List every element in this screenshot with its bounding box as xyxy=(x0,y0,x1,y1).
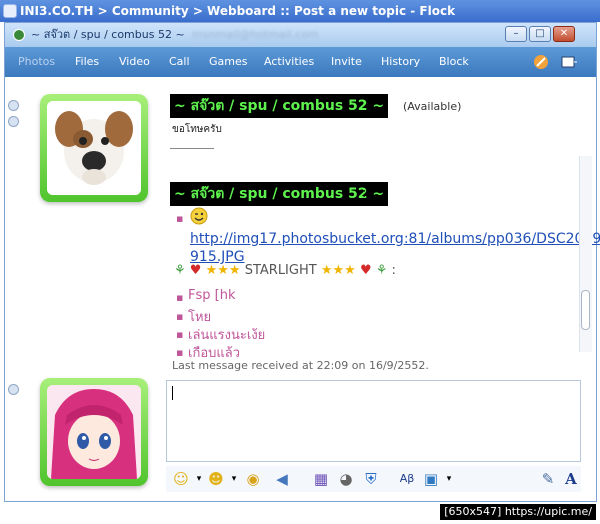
spellcheck-icon[interactable]: Aβ xyxy=(398,470,416,488)
font-icon[interactable]: A xyxy=(562,470,580,488)
toolbar-files[interactable]: Files xyxy=(75,55,99,68)
shield-icon[interactable]: ⛨ xyxy=(362,470,380,488)
menu-icon[interactable] xyxy=(560,53,578,71)
paint-icon[interactable] xyxy=(532,53,550,71)
message-input[interactable] xyxy=(166,380,581,462)
dog-picture-icon xyxy=(47,101,141,195)
rose-icon: ⚘ xyxy=(375,263,388,278)
audio-icon[interactable]: ◕ xyxy=(337,470,355,488)
self-avatar[interactable] xyxy=(40,378,148,486)
wink-dropdown-icon[interactable]: ▾ xyxy=(225,470,243,488)
scrollbar-thumb[interactable] xyxy=(581,290,590,330)
text-caret xyxy=(172,386,173,400)
toolbar-video[interactable]: Video xyxy=(119,55,150,68)
contact-card-icon[interactable] xyxy=(8,116,19,127)
bullet: ▪ xyxy=(176,328,184,341)
star-colon: : xyxy=(391,263,396,278)
screenshot-frame: INI3.CO.TH > Community > Webboard :: Pos… xyxy=(0,0,600,524)
background-icon[interactable]: ▣ xyxy=(422,470,440,488)
personal-message: ขอโทษครับ xyxy=(172,124,222,135)
toolbar-history[interactable]: History xyxy=(381,55,420,68)
toolbar-activities[interactable]: Activities xyxy=(264,55,314,68)
nudge-icon[interactable]: ◉ xyxy=(244,470,262,488)
contact-status: (Available) xyxy=(403,100,462,113)
browser-title-bar: INI3.CO.TH > Community > Webboard :: Pos… xyxy=(0,0,600,22)
last-message-info: Last message received at 22:09 on 16/9/2… xyxy=(172,359,429,372)
flock-icon xyxy=(3,4,17,18)
emoticon-icon[interactable]: ☺ xyxy=(172,470,190,488)
bullet: ▪ xyxy=(176,212,184,225)
bullet: ▪ xyxy=(176,310,184,323)
collapse-icon[interactable] xyxy=(8,100,19,111)
star-icon: ★★★ xyxy=(320,263,356,278)
toolbar-invite[interactable]: Invite xyxy=(331,55,362,68)
bullet: ▪ xyxy=(176,291,184,304)
window-email: msnmail@hotmail.com xyxy=(192,28,319,41)
contact-avatar[interactable] xyxy=(40,94,148,202)
window-title-bar: ~ สจ๊วต / spu / combus 52 ~ msnmail@hotm… xyxy=(5,23,596,47)
starlight-line: ⚘ ♥ ★★★ STARLIGHT ★★★ ♥ ⚘ : xyxy=(174,263,396,278)
divider xyxy=(170,148,214,149)
handwriting-icon[interactable]: ✎ xyxy=(539,470,557,488)
starlight-text: STARLIGHT xyxy=(244,263,317,278)
minimize-button[interactable]: – xyxy=(505,26,527,42)
bullet: ▪ xyxy=(176,346,184,359)
sender-name: ~ สจ๊วต / spu / combus 52 ~ xyxy=(170,182,389,206)
sender-colon: : xyxy=(362,186,367,201)
contact-name: ~ สจ๊วต / spu / combus 52 ~ xyxy=(170,94,389,118)
wink-emoticon-icon xyxy=(190,207,208,225)
voice-clip-icon[interactable]: ◀ xyxy=(273,470,291,488)
toolbar-call[interactable]: Call xyxy=(169,55,190,68)
collapse-self-icon[interactable] xyxy=(8,384,19,395)
self-avatar-image xyxy=(47,385,141,479)
toolbar-games[interactable]: Games xyxy=(209,55,247,68)
anime-girl-picture-icon xyxy=(47,385,141,479)
background-dropdown-icon[interactable]: ▾ xyxy=(440,470,458,488)
wink-icon[interactable]: ☻ xyxy=(207,470,225,488)
emoticon-dropdown-icon[interactable]: ▾ xyxy=(190,470,208,488)
toolbar: Photos Files Video Call Games Activities… xyxy=(5,47,596,77)
maximize-button[interactable]: □ xyxy=(529,26,551,42)
heart-icon: ♥ xyxy=(359,263,372,278)
message-link[interactable]: http://img17.photosbucket.org:81/albums/… xyxy=(190,230,600,266)
contact-avatar-image xyxy=(47,101,141,195)
message-link-line1: http://img17.photosbucket.org:81/albums/… xyxy=(190,231,600,247)
browser-title: INI3.CO.TH > Community > Webboard :: Pos… xyxy=(20,4,456,18)
msn-status-icon xyxy=(13,29,25,41)
heart-icon: ♥ xyxy=(189,263,202,278)
close-button[interactable]: ✕ xyxy=(553,26,575,42)
window-title: ~ สจ๊วต / spu / combus 52 ~ xyxy=(31,28,185,41)
toolbar-photos[interactable]: Photos xyxy=(18,55,55,68)
ink-icon[interactable]: ▦ xyxy=(312,470,330,488)
upic-watermark: [650x547] https://upic.me/ xyxy=(440,504,596,520)
message-line: Fsp [hk xyxy=(188,288,236,303)
star-icon: ★★★ xyxy=(205,263,241,278)
rose-icon: ⚘ xyxy=(174,263,186,278)
toolbar-block[interactable]: Block xyxy=(439,55,469,68)
